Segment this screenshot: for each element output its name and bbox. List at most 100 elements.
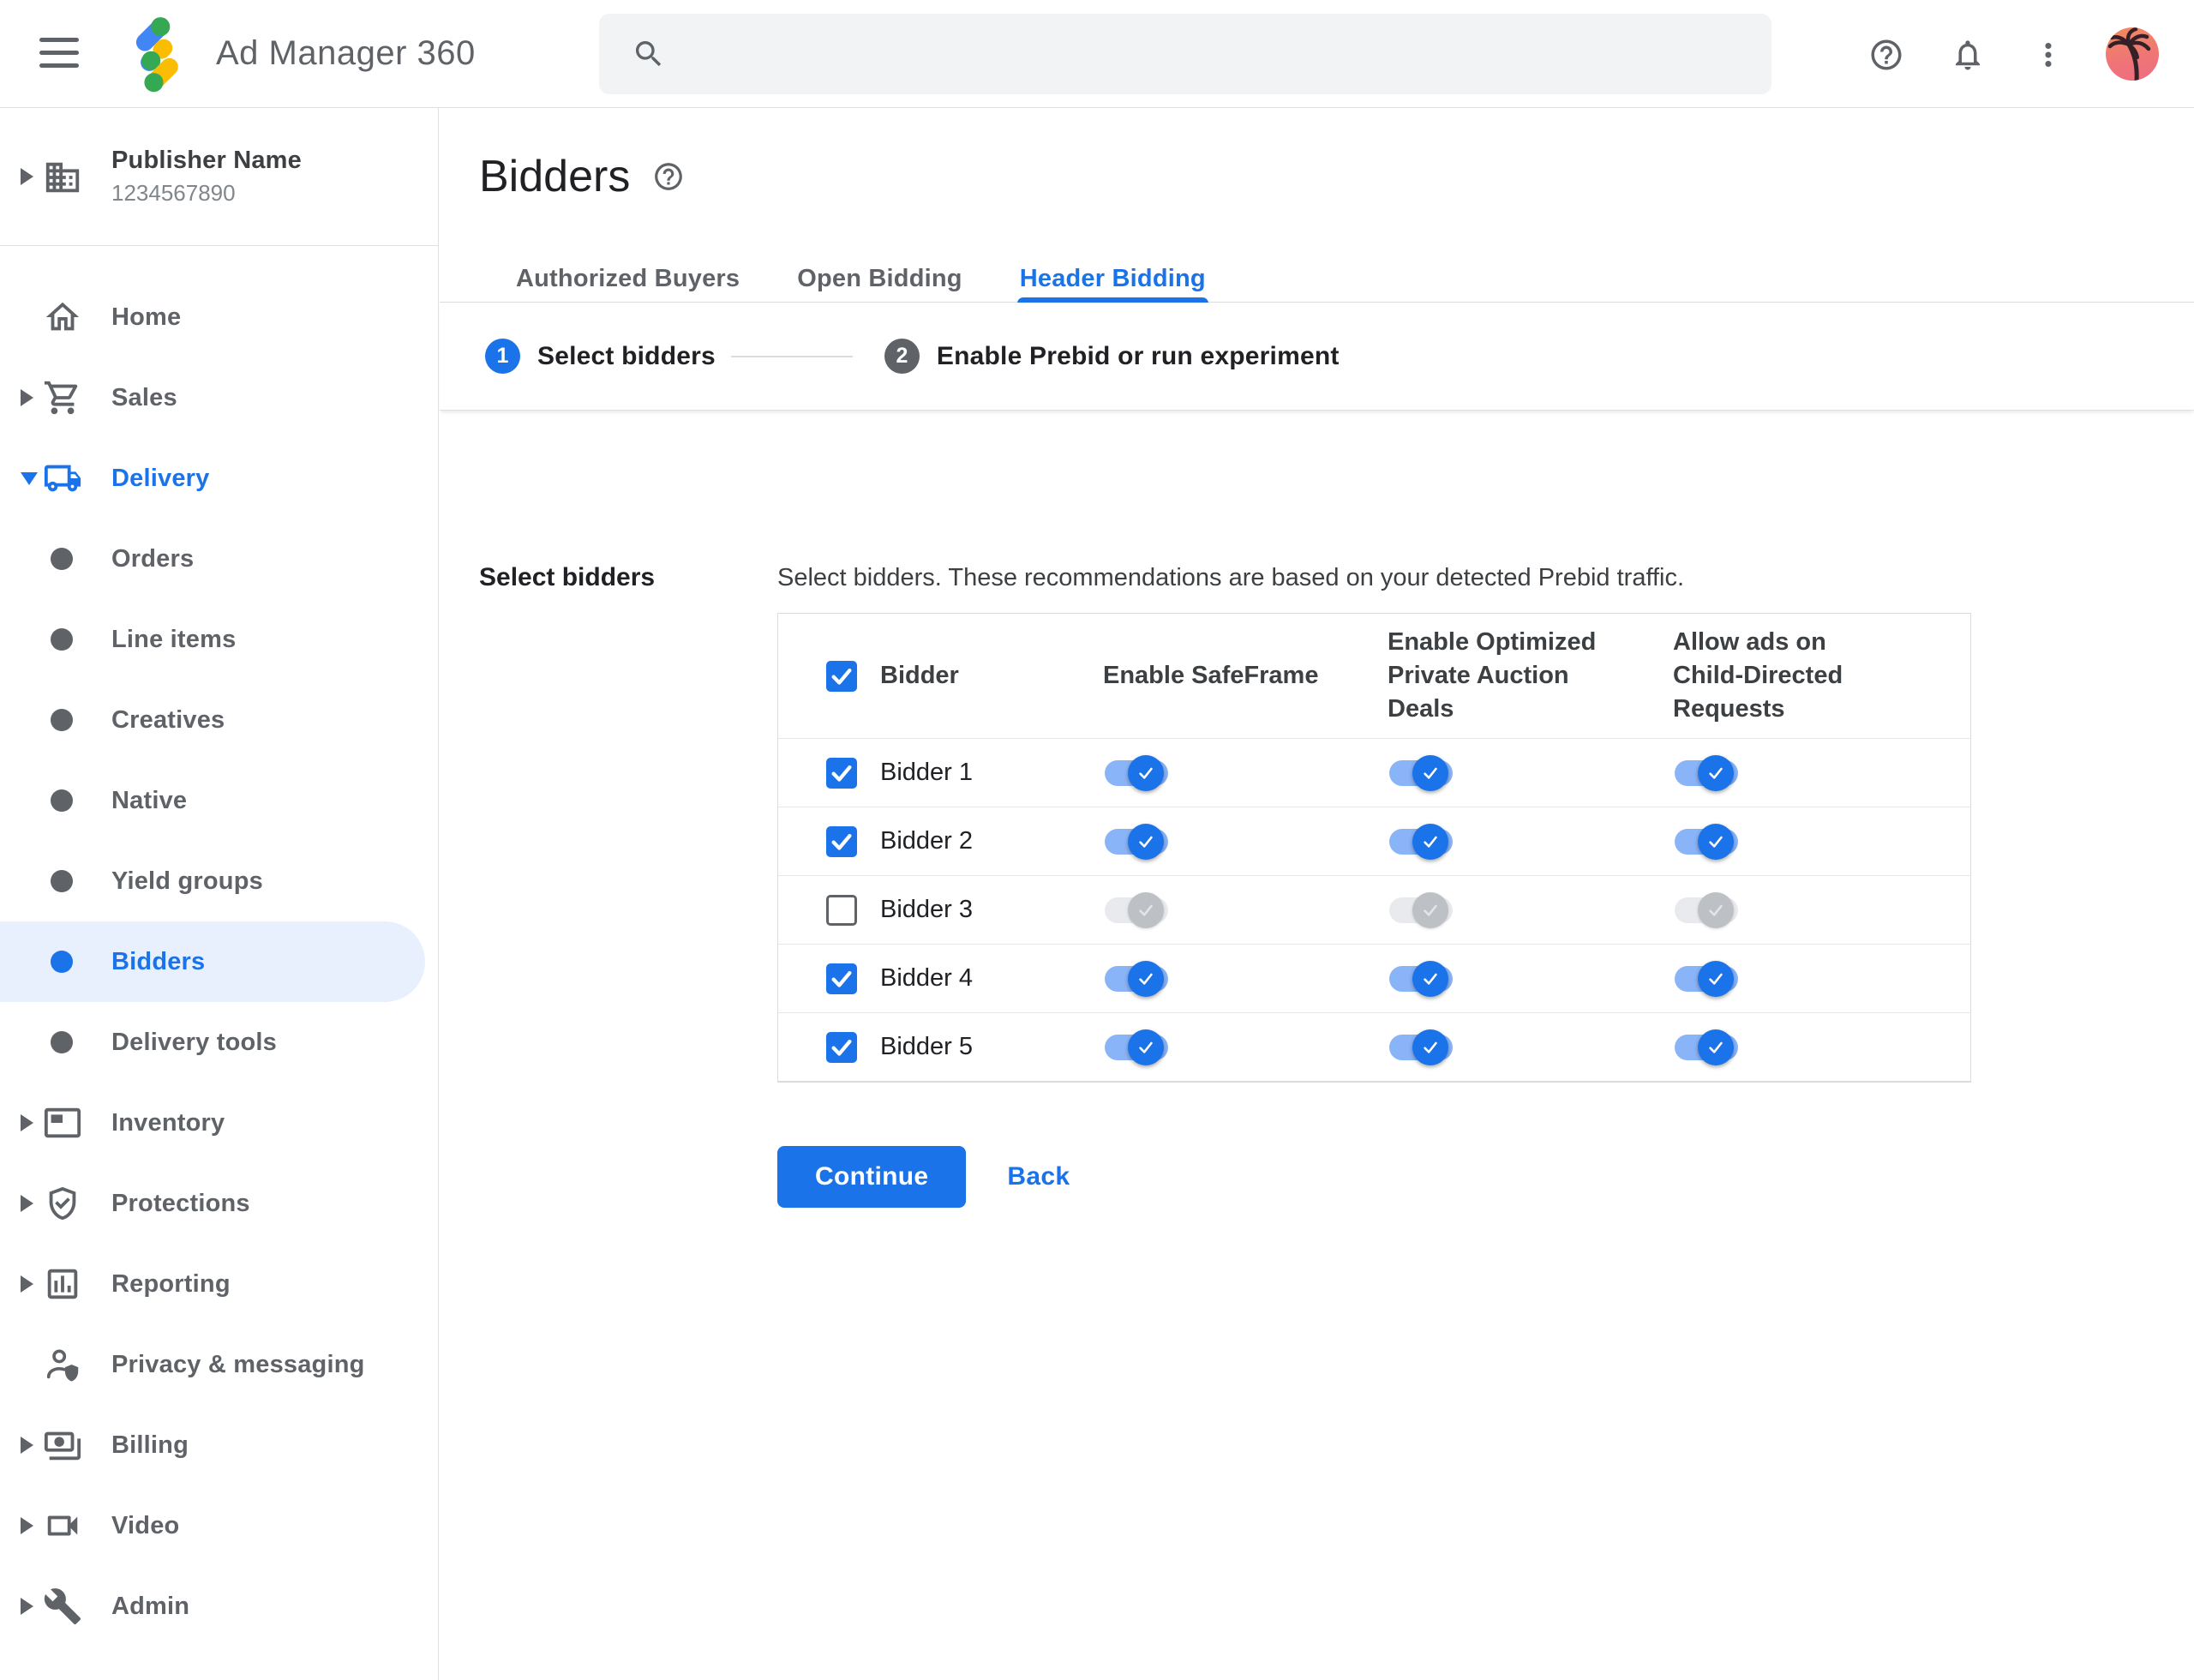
table-description: Select bidders. These recommendations ar… <box>777 564 1685 591</box>
bidder-name: Bidder 4 <box>880 964 974 992</box>
table-row: Bidder 1 <box>778 738 1970 807</box>
cart-icon <box>43 378 82 417</box>
select-all-checkbox[interactable] <box>826 660 857 692</box>
table-row: Bidder 2 <box>778 807 1970 875</box>
child-directed-toggle[interactable] <box>1675 823 1738 860</box>
table-header-row: Bidder Enable SafeFrame Enable Optimized… <box>778 614 1970 738</box>
app-title: Ad Manager 360 <box>216 34 476 72</box>
safeframe-toggle <box>1105 891 1168 928</box>
column-header-safeframe: Enable SafeFrame <box>1103 662 1319 689</box>
row-checkbox[interactable] <box>826 757 857 789</box>
column-header-private-auction: Enable Optimized Private Auction Deals <box>1388 628 1597 723</box>
content-area: Select bidders Select bidders. These rec… <box>440 411 2194 1680</box>
tab-bar: Authorized Buyers Open Bidding Header Bidd… <box>440 255 2194 303</box>
expand-arrow-icon <box>21 1598 33 1615</box>
column-header-child-directed: Allow ads on Child-Directed Requests <box>1673 628 1843 723</box>
sidebar-item-line-items[interactable]: Line items <box>0 599 438 680</box>
sidebar-item-delivery-tools[interactable]: Delivery tools <box>0 1002 438 1083</box>
help-icon[interactable] <box>1868 37 1904 73</box>
more-vert-icon[interactable] <box>2030 37 2066 73</box>
safeframe-toggle[interactable] <box>1105 1029 1168 1065</box>
bullet-icon <box>51 1031 73 1053</box>
sidebar-item-home[interactable]: Home <box>0 277 438 357</box>
video-icon <box>43 1506 82 1545</box>
expand-arrow-icon <box>21 1195 33 1212</box>
notifications-icon[interactable] <box>1950 37 1986 73</box>
row-checkbox[interactable] <box>826 825 857 857</box>
child-directed-toggle <box>1675 891 1738 928</box>
search-input[interactable] <box>599 14 1771 94</box>
sidebar-item-native[interactable]: Native <box>0 760 438 841</box>
publisher-account[interactable]: Publisher Name 1234567890 <box>0 108 438 246</box>
bullet-icon <box>51 628 73 651</box>
sidebar-item-reporting[interactable]: Reporting <box>0 1244 438 1324</box>
column-header-bidder: Bidder <box>880 662 959 689</box>
expand-arrow-icon <box>21 1517 33 1534</box>
bullet-icon <box>51 951 73 973</box>
billing-icon <box>43 1425 82 1465</box>
continue-button[interactable]: Continue <box>777 1146 967 1208</box>
child-directed-toggle[interactable] <box>1675 754 1738 791</box>
sidebar: Publisher Name 1234567890 Home Sales Del… <box>0 108 439 1680</box>
sidebar-item-creatives[interactable]: Creatives <box>0 680 438 760</box>
private-auction-toggle[interactable] <box>1389 823 1453 860</box>
child-directed-toggle[interactable] <box>1675 960 1738 997</box>
safeframe-toggle[interactable] <box>1105 754 1168 791</box>
sidebar-item-privacy-messaging[interactable]: Privacy & messaging <box>0 1324 438 1405</box>
tab-authorized-buyers[interactable]: Authorized Buyers <box>516 255 740 303</box>
sidebar-item-yield-groups[interactable]: Yield groups <box>0 841 438 921</box>
page-title: Bidders <box>479 152 631 201</box>
safeframe-toggle[interactable] <box>1105 960 1168 997</box>
tab-open-bidding[interactable]: Open Bidding <box>797 255 962 303</box>
tab-header-bidding[interactable]: Header Bidding <box>1016 255 1208 303</box>
app-header: Ad Manager 360 <box>0 0 2194 108</box>
search-icon <box>636 41 662 67</box>
private-auction-toggle[interactable] <box>1389 754 1453 791</box>
sidebar-item-admin[interactable]: Admin <box>0 1566 438 1647</box>
safeframe-toggle[interactable] <box>1105 823 1168 860</box>
expand-arrow-icon <box>21 1275 33 1293</box>
step-1[interactable]: 1 Select bidders <box>485 339 884 374</box>
stepper: 1 Select bidders 2 Enable Prebid or run … <box>440 303 2194 411</box>
sidebar-item-inventory[interactable]: Inventory <box>0 1083 438 1163</box>
bidders-table: Bidder Enable SafeFrame Enable Optimized… <box>777 613 1971 1083</box>
back-button[interactable]: Back <box>1007 1162 1070 1191</box>
row-checkbox[interactable] <box>826 1031 857 1063</box>
sidebar-item-orders[interactable]: Orders <box>0 519 438 599</box>
sidebar-item-video[interactable]: Video <box>0 1485 438 1566</box>
inventory-icon <box>43 1103 82 1143</box>
bidder-name: Bidder 2 <box>880 827 974 855</box>
sidebar-item-sales[interactable]: Sales <box>0 357 438 438</box>
bidder-name: Bidder 1 <box>880 759 974 786</box>
sidebar-item-protections[interactable]: Protections <box>0 1163 438 1244</box>
sidebar-item-billing[interactable]: Billing <box>0 1405 438 1485</box>
menu-icon[interactable] <box>39 38 79 70</box>
sidebar-item-bidders[interactable]: Bidders <box>0 921 438 1002</box>
row-checkbox[interactable] <box>826 963 857 994</box>
ad-manager-logo[interactable] <box>118 14 197 94</box>
expand-arrow-icon <box>21 168 33 185</box>
row-checkbox[interactable] <box>826 894 857 926</box>
collapse-arrow-icon <box>21 472 38 485</box>
expand-arrow-icon <box>21 389 33 406</box>
truck-icon <box>43 459 82 498</box>
avatar[interactable] <box>2106 27 2159 81</box>
chart-icon <box>43 1264 82 1304</box>
publisher-name: Publisher Name <box>111 147 302 174</box>
main-content: Bidders Authorized Buyers Open Bidding Hea… <box>440 108 2194 1680</box>
publisher-id: 1234567890 <box>111 180 236 206</box>
privacy-icon <box>43 1345 82 1384</box>
sidebar-item-delivery[interactable]: Delivery <box>0 438 438 519</box>
bullet-icon <box>51 789 73 812</box>
step-number: 1 <box>485 339 520 374</box>
bullet-icon <box>51 709 73 731</box>
table-row: Bidder 4 <box>778 944 1970 1012</box>
expand-arrow-icon <box>21 1437 33 1454</box>
private-auction-toggle[interactable] <box>1389 960 1453 997</box>
step-2[interactable]: 2 Enable Prebid or run experiment <box>884 339 1340 374</box>
step-number: 2 <box>884 339 920 374</box>
private-auction-toggle[interactable] <box>1389 1029 1453 1065</box>
child-directed-toggle[interactable] <box>1675 1029 1738 1065</box>
home-icon <box>43 297 82 337</box>
page-help-icon[interactable] <box>652 160 685 193</box>
